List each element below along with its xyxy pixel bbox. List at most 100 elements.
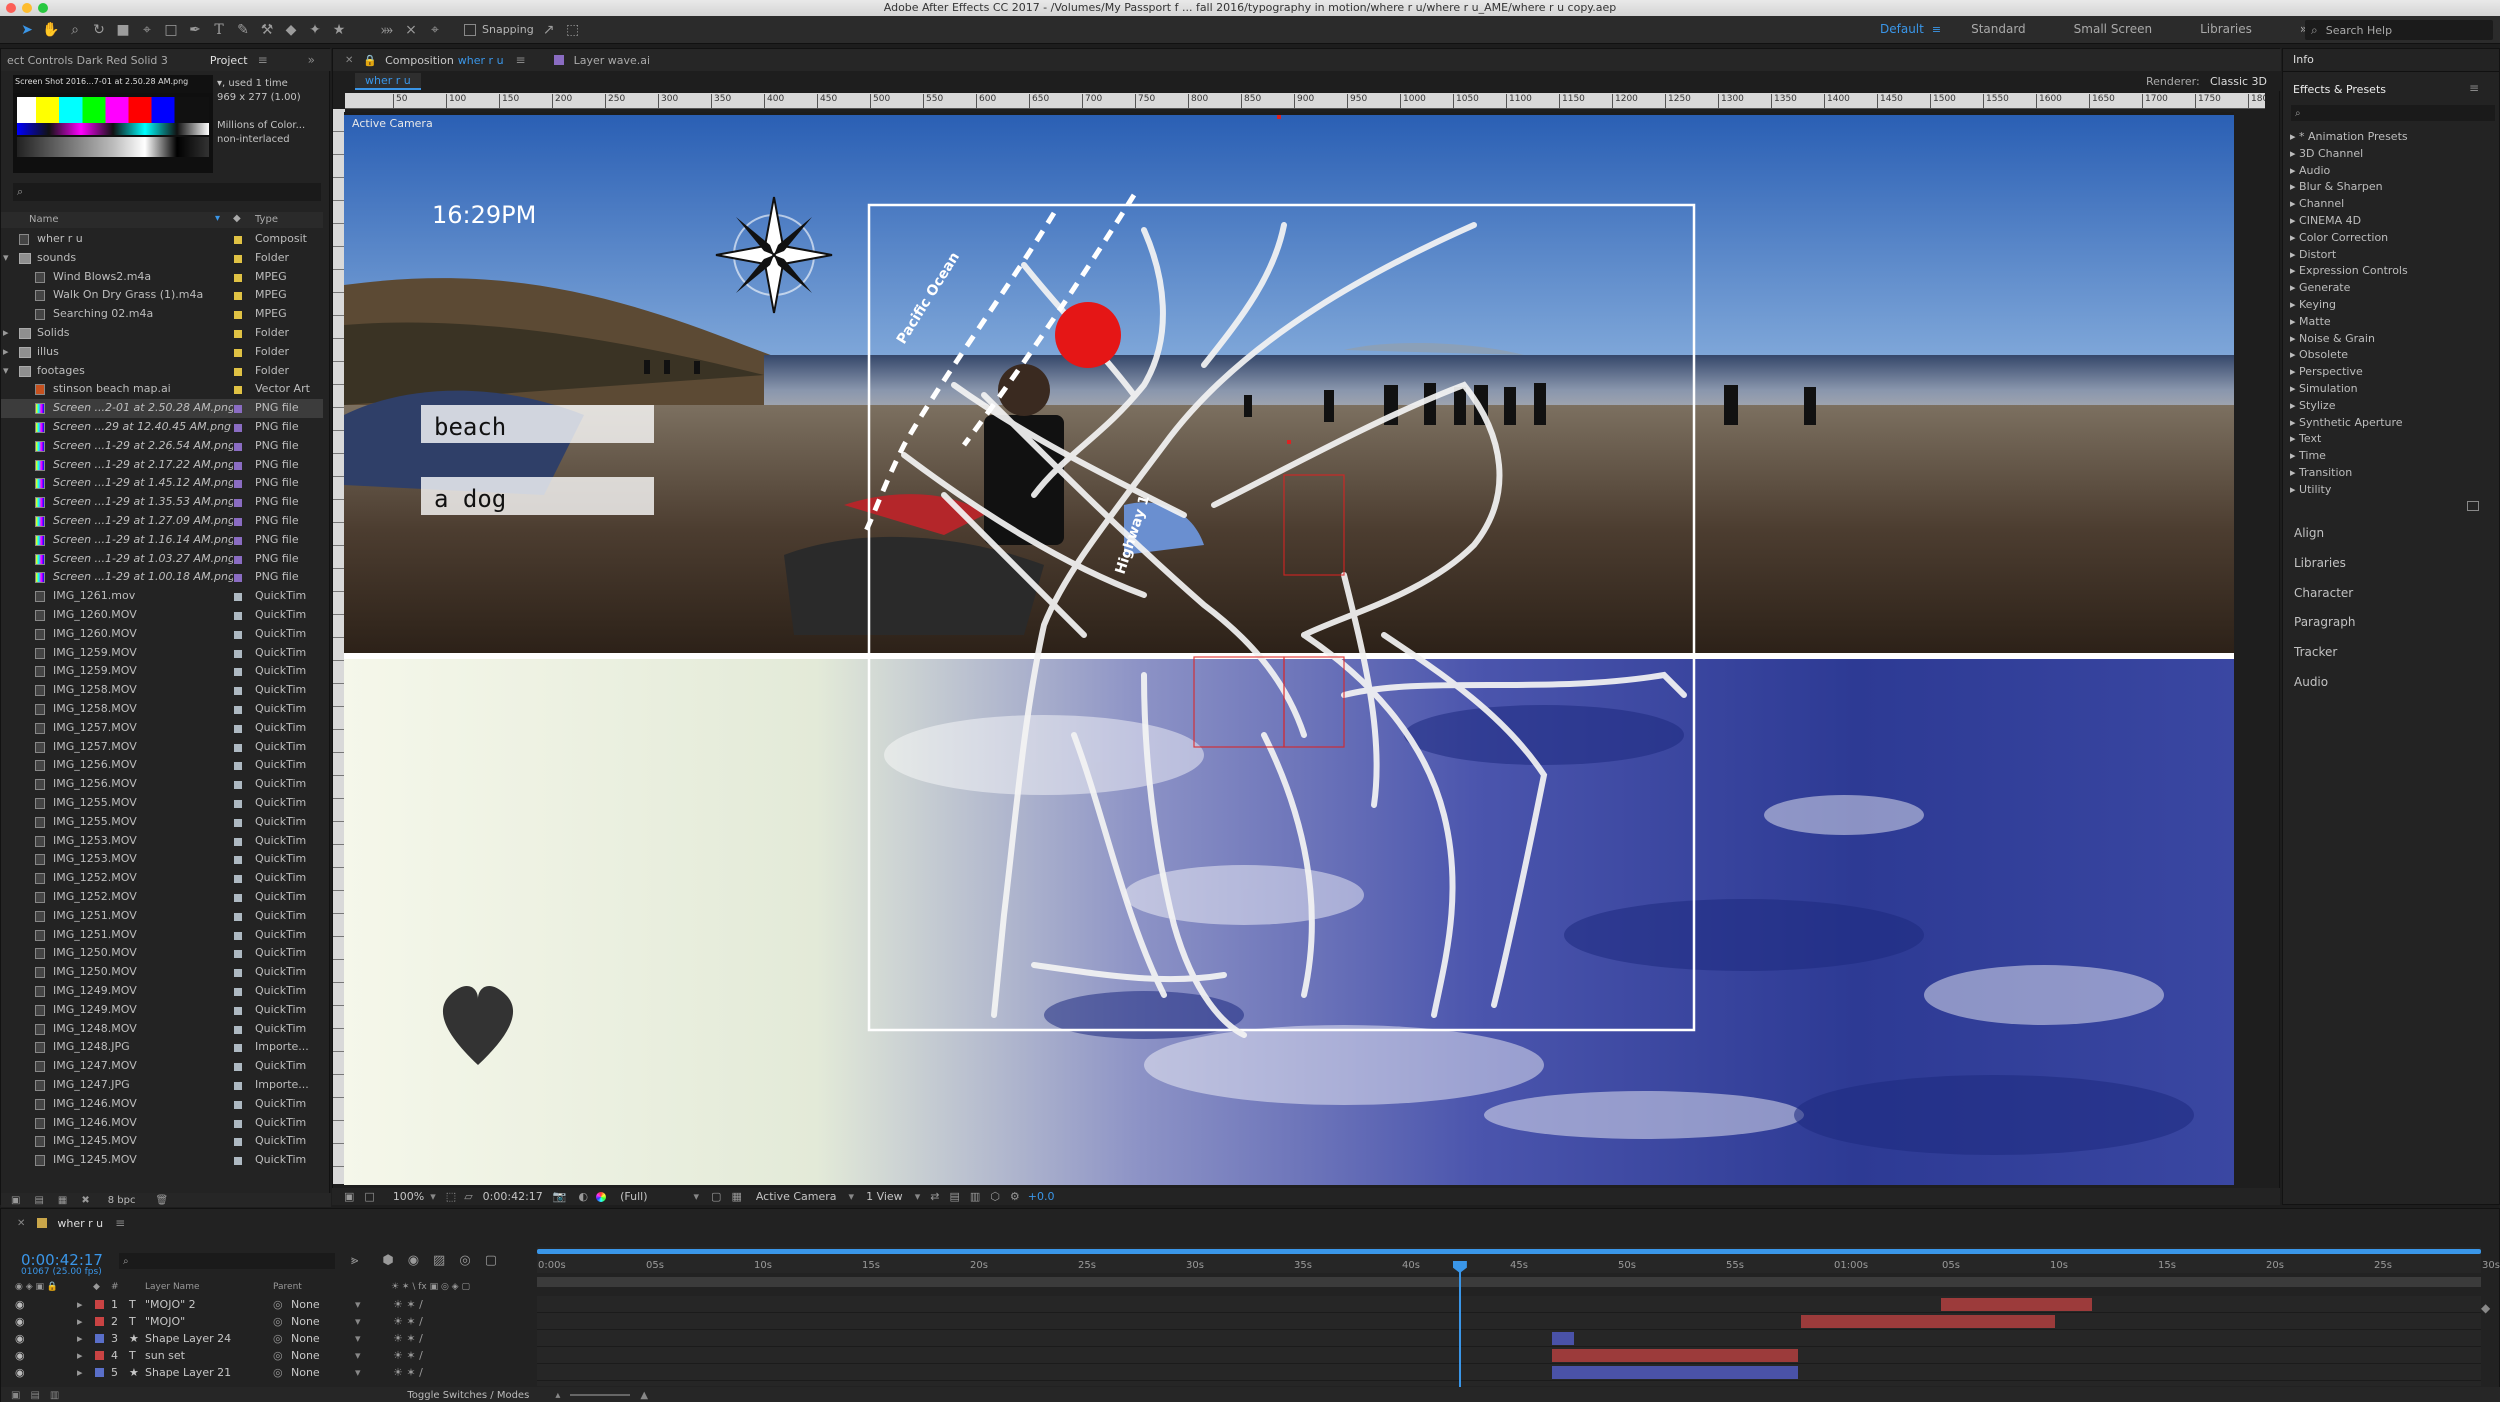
label-color-swatch[interactable] <box>234 405 242 414</box>
magnification-select[interactable]: 100% <box>393 1190 424 1203</box>
help-search-box[interactable]: ⌕ Search Help <box>2305 20 2493 40</box>
parent-select[interactable]: None <box>291 1296 320 1313</box>
project-item[interactable]: IMG_1249.MOV QuickTim <box>1 1001 323 1020</box>
parent-header[interactable]: Parent <box>273 1282 302 1292</box>
project-item[interactable]: IMG_1260.MOV QuickTim <box>1 606 323 625</box>
label-color-swatch[interactable] <box>234 1119 242 1128</box>
brush-tool-icon[interactable]: ✎ <box>234 21 252 39</box>
effect-category[interactable]: ▸ Noise & Grain <box>2290 332 2375 345</box>
help-search-input[interactable]: Search Help <box>2326 24 2392 37</box>
label-color-swatch[interactable] <box>234 461 242 470</box>
fast-preview-icon[interactable]: □ <box>364 1190 374 1203</box>
show-snapshot-icon[interactable]: ◐ <box>578 1190 588 1203</box>
tab-info[interactable]: Info <box>2293 53 2314 66</box>
layer-name-header[interactable]: Layer Name <box>145 1282 200 1292</box>
layer-label-swatch[interactable] <box>95 1317 104 1326</box>
comp-end-marker-icon[interactable]: ◆ <box>2481 1301 2490 1315</box>
clone-stamp-tool-icon[interactable]: ⚒ <box>258 21 276 39</box>
column-type[interactable]: Type <box>255 214 278 225</box>
project-item[interactable]: IMG_1248.JPG Importe... <box>1 1038 323 1057</box>
label-color-swatch[interactable] <box>234 837 242 846</box>
workspace-libraries[interactable]: Libraries <box>2200 22 2252 36</box>
layer-name[interactable]: Shape Layer 21 <box>145 1364 231 1381</box>
project-item[interactable]: IMG_1246.MOV QuickTim <box>1 1095 323 1114</box>
project-item[interactable]: IMG_1255.MOV QuickTim <box>1 813 323 832</box>
project-search-input[interactable]: ⌕ <box>13 183 321 201</box>
lock-icon[interactable]: 🔒 <box>363 54 377 67</box>
tab-layer-wave[interactable]: Layer wave.ai <box>574 54 650 67</box>
project-item[interactable]: IMG_1245.MOV QuickTim <box>1 1151 323 1170</box>
project-item[interactable]: Screen ...1-29 at 1.16.14 AM.png PNG file <box>1 531 323 550</box>
project-item[interactable]: IMG_1259.MOV QuickTim <box>1 644 323 663</box>
puppet-tool-icon[interactable]: ★ <box>330 21 348 39</box>
new-folder-icon[interactable]: ▤ <box>34 1195 43 1206</box>
label-color-swatch[interactable] <box>234 762 242 771</box>
close-tab-icon[interactable]: ✕ <box>345 55 353 66</box>
chevron-down-icon[interactable]: ▾ <box>3 249 9 268</box>
project-item[interactable]: ▸ Solids Folder <box>1 324 323 343</box>
panel-libraries[interactable]: Libraries <box>2294 556 2346 570</box>
parent-pickwhip-icon[interactable]: ◎ <box>273 1364 283 1381</box>
composition-viewer[interactable]: Pacific Ocean Highway 1 beach a dog 16:2… <box>344 115 2234 1185</box>
close-window-button[interactable] <box>6 3 16 13</box>
chevron-right-icon[interactable]: ▸ <box>77 1347 83 1364</box>
project-item[interactable]: IMG_1253.MOV QuickTim <box>1 850 323 869</box>
project-item[interactable]: Screen ...1-29 at 2.17.22 AM.png PNG file <box>1 456 323 475</box>
project-item[interactable]: Screen ...1-29 at 1.00.18 AM.png PNG file <box>1 568 323 587</box>
toggle-switches-modes[interactable]: Toggle Switches / Modes <box>407 1390 529 1401</box>
eraser-tool-icon[interactable]: ◆ <box>282 21 300 39</box>
project-item[interactable]: IMG_1259.MOV QuickTim <box>1 662 323 681</box>
workspace-small-screen[interactable]: Small Screen <box>2074 22 2152 36</box>
mask-visibility-icon[interactable]: ▱ <box>464 1190 472 1203</box>
label-color-swatch[interactable] <box>234 894 242 902</box>
label-color-swatch[interactable] <box>234 969 242 978</box>
layer-name[interactable]: Shape Layer 24 <box>145 1330 231 1347</box>
interpret-footage-icon[interactable]: ▣ <box>11 1195 20 1206</box>
layer-switches[interactable]: ☀ ✶ / <box>393 1313 423 1330</box>
view-layout-select[interactable]: 1 View <box>866 1190 903 1203</box>
tab-effect-controls[interactable]: ect Controls Dark Red Solid 3 <box>7 54 168 67</box>
timeline-navigator[interactable] <box>537 1277 2481 1287</box>
visibility-eye-icon[interactable]: ◉ <box>15 1296 25 1313</box>
stretch-icon[interactable]: ▥ <box>50 1390 59 1401</box>
label-color-swatch[interactable] <box>234 1006 242 1015</box>
project-item[interactable]: IMG_1248.MOV QuickTim <box>1 1020 323 1039</box>
panel-audio[interactable]: Audio <box>2294 675 2328 689</box>
project-item[interactable]: IMG_1245.MOV QuickTim <box>1 1132 323 1151</box>
workspace-standard[interactable]: Standard <box>1971 22 2026 36</box>
tab-composition-label[interactable]: Composition <box>385 54 454 67</box>
label-color-swatch[interactable] <box>234 800 242 808</box>
label-color-swatch[interactable] <box>234 311 242 320</box>
project-item[interactable]: ▸ illus Folder <box>1 343 323 362</box>
pan-behind-tool-icon[interactable]: ⌖ <box>138 21 156 39</box>
project-item[interactable]: IMG_1255.MOV QuickTim <box>1 794 323 813</box>
new-composition-icon[interactable]: ▦ <box>58 1195 67 1206</box>
effect-category[interactable]: ▸ Blur & Sharpen <box>2290 180 2383 193</box>
label-color-swatch[interactable] <box>234 1082 242 1090</box>
label-color-swatch[interactable] <box>234 988 242 996</box>
camera-tool-icon[interactable]: ■ <box>114 21 132 39</box>
project-item[interactable]: Screen ...1-29 at 1.27.09 AM.png PNG file <box>1 512 323 531</box>
label-color-swatch[interactable] <box>234 1025 242 1034</box>
panel-paragraph[interactable]: Paragraph <box>2294 615 2355 629</box>
label-color-swatch[interactable] <box>234 348 242 357</box>
snapshot-camera-icon[interactable]: 📷 <box>553 1190 567 1203</box>
effect-category[interactable]: ▸ Distort <box>2290 248 2336 261</box>
timeline-icon[interactable]: ▥ <box>970 1190 980 1203</box>
comp-mini-flowchart-icon[interactable]: ⪢ <box>351 1253 358 1268</box>
hand-tool-icon[interactable]: ✋ <box>42 21 60 39</box>
label-color-swatch[interactable] <box>234 706 242 714</box>
effect-category[interactable]: ▸ CINEMA 4D <box>2290 214 2361 227</box>
effect-category[interactable]: ▸ Text <box>2290 432 2321 445</box>
chevron-right-icon[interactable]: ▸ <box>77 1330 83 1347</box>
project-item[interactable]: Walk On Dry Grass (1).m4a MPEG <box>1 286 323 305</box>
project-item[interactable]: IMG_1252.MOV QuickTim <box>1 888 323 907</box>
label-color-swatch[interactable] <box>234 254 242 263</box>
effect-category[interactable]: ▸ * Animation Presets <box>2290 130 2408 143</box>
project-menu-icon[interactable]: ≡ <box>258 53 268 67</box>
label-color-swatch[interactable] <box>234 367 242 376</box>
toggle-pixel-aspect-icon[interactable]: ⇄ <box>930 1190 939 1203</box>
label-color-swatch[interactable] <box>234 1100 242 1109</box>
parent-pickwhip-icon[interactable]: ◎ <box>273 1313 283 1330</box>
work-area-bar[interactable] <box>537 1249 2481 1254</box>
